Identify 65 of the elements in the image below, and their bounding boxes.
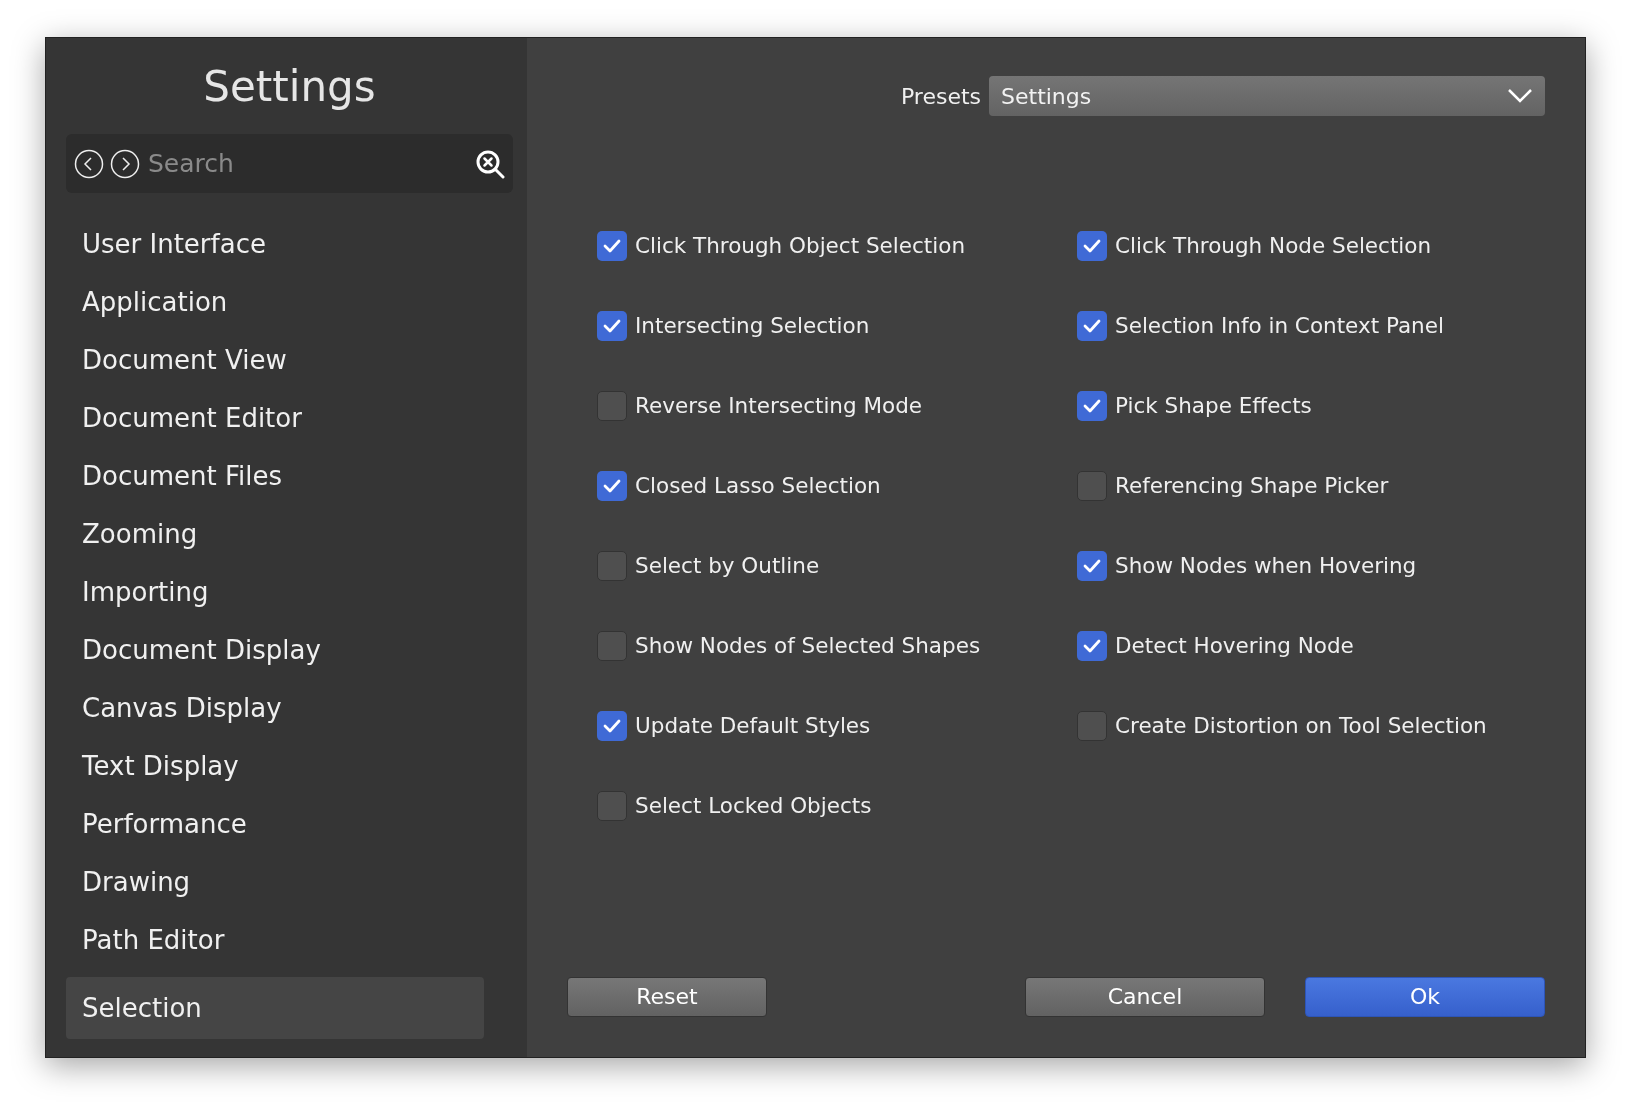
checkbox-label: Pick Shape Effects	[1115, 391, 1312, 420]
forward-icon[interactable]	[110, 148, 140, 179]
checkmark-icon	[603, 239, 621, 253]
checkbox[interactable]	[597, 391, 627, 421]
sidebar-item[interactable]: Document Editor	[66, 389, 484, 447]
chevron-down-icon	[1507, 88, 1533, 104]
checkmark-icon	[1083, 399, 1101, 413]
search-field[interactable]: Search	[146, 143, 469, 184]
sidebar-item[interactable]: Performance	[66, 795, 484, 853]
checkbox-label: Reverse Intersecting Mode	[635, 391, 923, 420]
presets-dropdown[interactable]: Settings	[989, 76, 1545, 116]
sidebar-item[interactable]: Application	[66, 273, 484, 331]
search-bar[interactable]: Search	[66, 134, 513, 193]
dialog-button[interactable]: Reset	[567, 977, 767, 1017]
checkbox[interactable]	[597, 471, 627, 501]
checkbox-label: Update Default Styles	[635, 711, 871, 740]
checkmark-icon	[603, 319, 621, 333]
sidebar-item[interactable]: Text Display	[66, 737, 484, 795]
checkbox-label: Show Nodes when Hovering	[1115, 551, 1417, 580]
clear-search-icon[interactable]	[475, 148, 505, 179]
checkmark-icon	[1083, 319, 1101, 333]
checkbox[interactable]	[1077, 471, 1107, 501]
sidebar-title: Settings	[202, 66, 377, 108]
checkbox[interactable]	[1077, 711, 1107, 741]
sidebar-item[interactable]: Drawing	[66, 853, 484, 911]
sidebar-item[interactable]: Selection	[66, 977, 484, 1039]
checkbox-label: Intersecting Selection	[635, 311, 870, 340]
checkbox[interactable]	[597, 551, 627, 581]
checkbox[interactable]	[1077, 311, 1107, 341]
checkbox[interactable]	[597, 231, 627, 261]
checkbox[interactable]	[1077, 551, 1107, 581]
dialog-button[interactable]: Cancel	[1025, 977, 1265, 1017]
sidebar-item[interactable]: User Interface	[66, 215, 484, 273]
presets-label: Presets	[900, 82, 981, 111]
checkbox-label: Select Locked Objects	[635, 791, 872, 820]
checkbox-label: Detect Hovering Node	[1115, 631, 1354, 660]
back-icon[interactable]	[74, 148, 104, 179]
sidebar-item[interactable]: Canvas Display	[66, 679, 484, 737]
checkmark-icon	[603, 719, 621, 733]
sidebar-item[interactable]: Importing	[66, 563, 484, 621]
checkbox-label: Click Through Object Selection	[635, 231, 966, 260]
checkmark-icon	[1083, 639, 1101, 653]
sidebar-item[interactable]: Zooming	[66, 505, 484, 563]
sidebar-item[interactable]: Path Editor	[66, 911, 484, 969]
sidebar-item[interactable]: Document Display	[66, 621, 484, 679]
sidebar-item[interactable]: Document Files	[66, 447, 484, 505]
checkbox-label: Referencing Shape Picker	[1115, 471, 1389, 500]
checkbox-label: Selection Info in Context Panel	[1115, 311, 1444, 340]
checkmark-icon	[603, 479, 621, 493]
checkbox[interactable]	[597, 711, 627, 741]
checkbox[interactable]	[1077, 631, 1107, 661]
checkbox[interactable]	[597, 791, 627, 821]
checkbox-label: Create Distortion on Tool Selection	[1115, 711, 1487, 740]
checkbox-label: Select by Outline	[635, 551, 820, 580]
dialog-button[interactable]: Ok	[1305, 977, 1545, 1017]
checkbox-label: Closed Lasso Selection	[635, 471, 881, 500]
sidebar-item[interactable]: Document View	[66, 331, 484, 389]
checkbox[interactable]	[1077, 231, 1107, 261]
checkmark-icon	[1083, 559, 1101, 573]
checkbox[interactable]	[597, 311, 627, 341]
checkbox[interactable]	[1077, 391, 1107, 421]
checkbox-label: Show Nodes of Selected Shapes	[635, 631, 981, 660]
checkmark-icon	[1083, 239, 1101, 253]
checkbox-label: Click Through Node Selection	[1115, 231, 1432, 260]
checkbox[interactable]	[597, 631, 627, 661]
